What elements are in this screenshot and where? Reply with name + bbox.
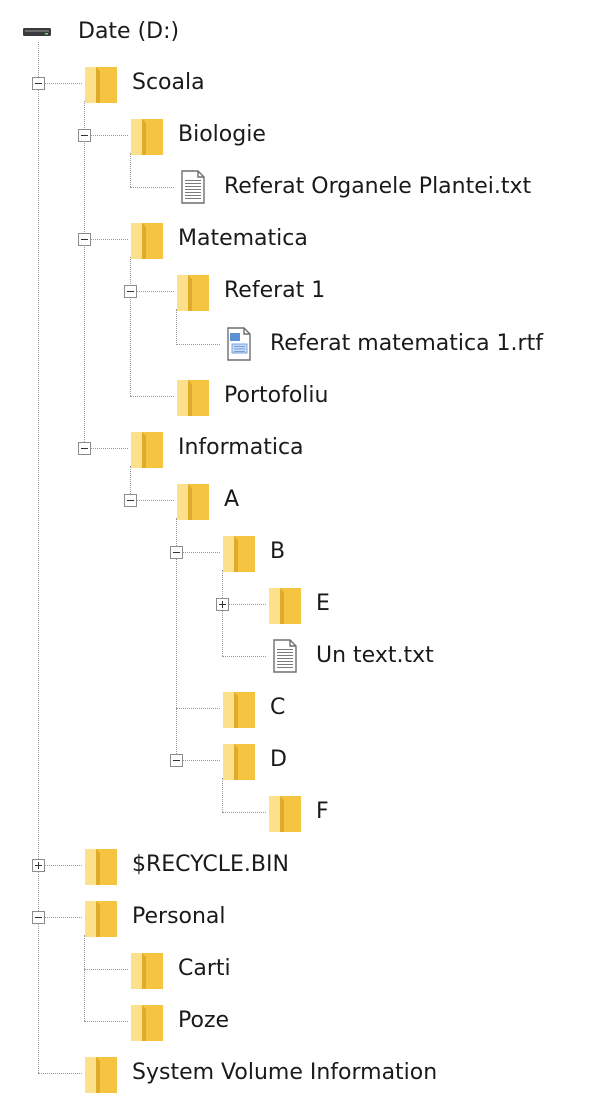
tree-item[interactable]: System Volume Information — [0, 1046, 597, 1098]
tree-item-label: B — [270, 538, 286, 564]
folder-icon — [130, 116, 164, 156]
folder-icon — [84, 898, 118, 938]
tree-item[interactable]: Portofoliu — [0, 369, 597, 421]
tree-item[interactable]: Informatica — [0, 421, 597, 473]
tree-item-label: E — [316, 591, 330, 616]
folder-icon — [176, 377, 210, 417]
tree-item[interactable]: F — [0, 785, 597, 837]
tree-item[interactable]: Un text.txt — [0, 629, 597, 681]
expand-toggle[interactable] — [216, 598, 229, 611]
tree-item[interactable]: B — [0, 525, 597, 577]
folder-icon — [176, 272, 210, 312]
tree-item[interactable]: Referat Organele Plantei.txt — [0, 160, 597, 212]
folder-tree: Date (D:) Scoala Biologie Referat Organele… — [0, 0, 597, 1093]
collapse-toggle[interactable] — [32, 910, 45, 924]
tree-item[interactable]: E — [0, 577, 597, 629]
folder-icon — [222, 689, 256, 729]
collapse-toggle[interactable] — [78, 441, 91, 455]
expand-toggle[interactable] — [32, 858, 45, 872]
tree-item-label: Referat matematica 1.rtf — [270, 330, 543, 356]
tree-item-label: F — [316, 799, 329, 825]
tree-item[interactable]: Biologie — [0, 108, 597, 160]
folder-icon — [222, 741, 256, 781]
folder-icon — [84, 1054, 118, 1094]
drive-icon — [22, 22, 52, 38]
tree-item-label: Scoala — [132, 70, 205, 95]
tree-item[interactable]: D — [0, 733, 597, 785]
rtf-file-icon — [226, 326, 252, 361]
tree-item-label: C — [270, 695, 286, 721]
tree-item-label: D — [270, 747, 287, 773]
folder-icon — [84, 64, 118, 104]
tree-item-label: System Volume Information — [132, 1059, 438, 1085]
collapse-toggle[interactable] — [170, 754, 183, 768]
tree-item-label: Referat Organele Plantei.txt — [224, 174, 532, 200]
tree-item[interactable]: Scoala — [0, 56, 597, 108]
tree-item[interactable]: Poze — [0, 994, 597, 1046]
text-file-icon — [272, 639, 298, 673]
tree-item-label: Portofoliu — [224, 382, 329, 408]
collapse-toggle[interactable] — [170, 545, 183, 559]
tree-item-label: Biologie — [178, 122, 266, 148]
collapse-toggle[interactable] — [124, 493, 137, 507]
tree-item-label: Referat 1 — [224, 278, 326, 304]
tree-item-drive[interactable]: Date (D:) — [0, 0, 597, 52]
tree-item-label: Personal — [132, 903, 226, 929]
tree-item-label: $RECYCLE.BIN — [132, 851, 289, 877]
tree-item[interactable]: Referat 1 — [0, 264, 597, 316]
folder-icon — [222, 533, 256, 573]
tree-item-label: Un text.txt — [316, 643, 434, 669]
folder-icon — [130, 220, 164, 260]
tree-item[interactable]: A — [0, 473, 597, 525]
text-file-icon — [180, 170, 206, 204]
folder-icon — [176, 481, 210, 521]
tree-item-label: Informatica — [178, 434, 304, 460]
collapse-toggle[interactable] — [78, 233, 91, 247]
tree-item[interactable]: $RECYCLE.BIN — [0, 838, 597, 890]
tree-item-label: Matematica — [178, 226, 308, 252]
tree-item[interactable]: Referat matematica 1.rtf — [0, 317, 597, 369]
tree-item-label: Date (D:) — [78, 19, 180, 44]
tree-item[interactable]: C — [0, 681, 597, 733]
collapse-toggle[interactable] — [32, 77, 45, 90]
tree-item-label: Poze — [178, 1007, 230, 1033]
folder-icon — [130, 1002, 164, 1042]
tree-item-label: A — [224, 486, 240, 512]
folder-icon — [268, 793, 302, 833]
folder-icon — [130, 429, 164, 469]
collapse-toggle[interactable] — [124, 285, 137, 299]
tree-item[interactable]: Carti — [0, 942, 597, 994]
folder-icon — [84, 846, 118, 886]
tree-item[interactable]: Matematica — [0, 212, 597, 264]
collapse-toggle[interactable] — [78, 129, 91, 143]
tree-item[interactable]: Personal — [0, 890, 597, 942]
folder-icon — [268, 585, 302, 625]
tree-item-label: Carti — [178, 955, 231, 981]
folder-icon — [130, 950, 164, 990]
